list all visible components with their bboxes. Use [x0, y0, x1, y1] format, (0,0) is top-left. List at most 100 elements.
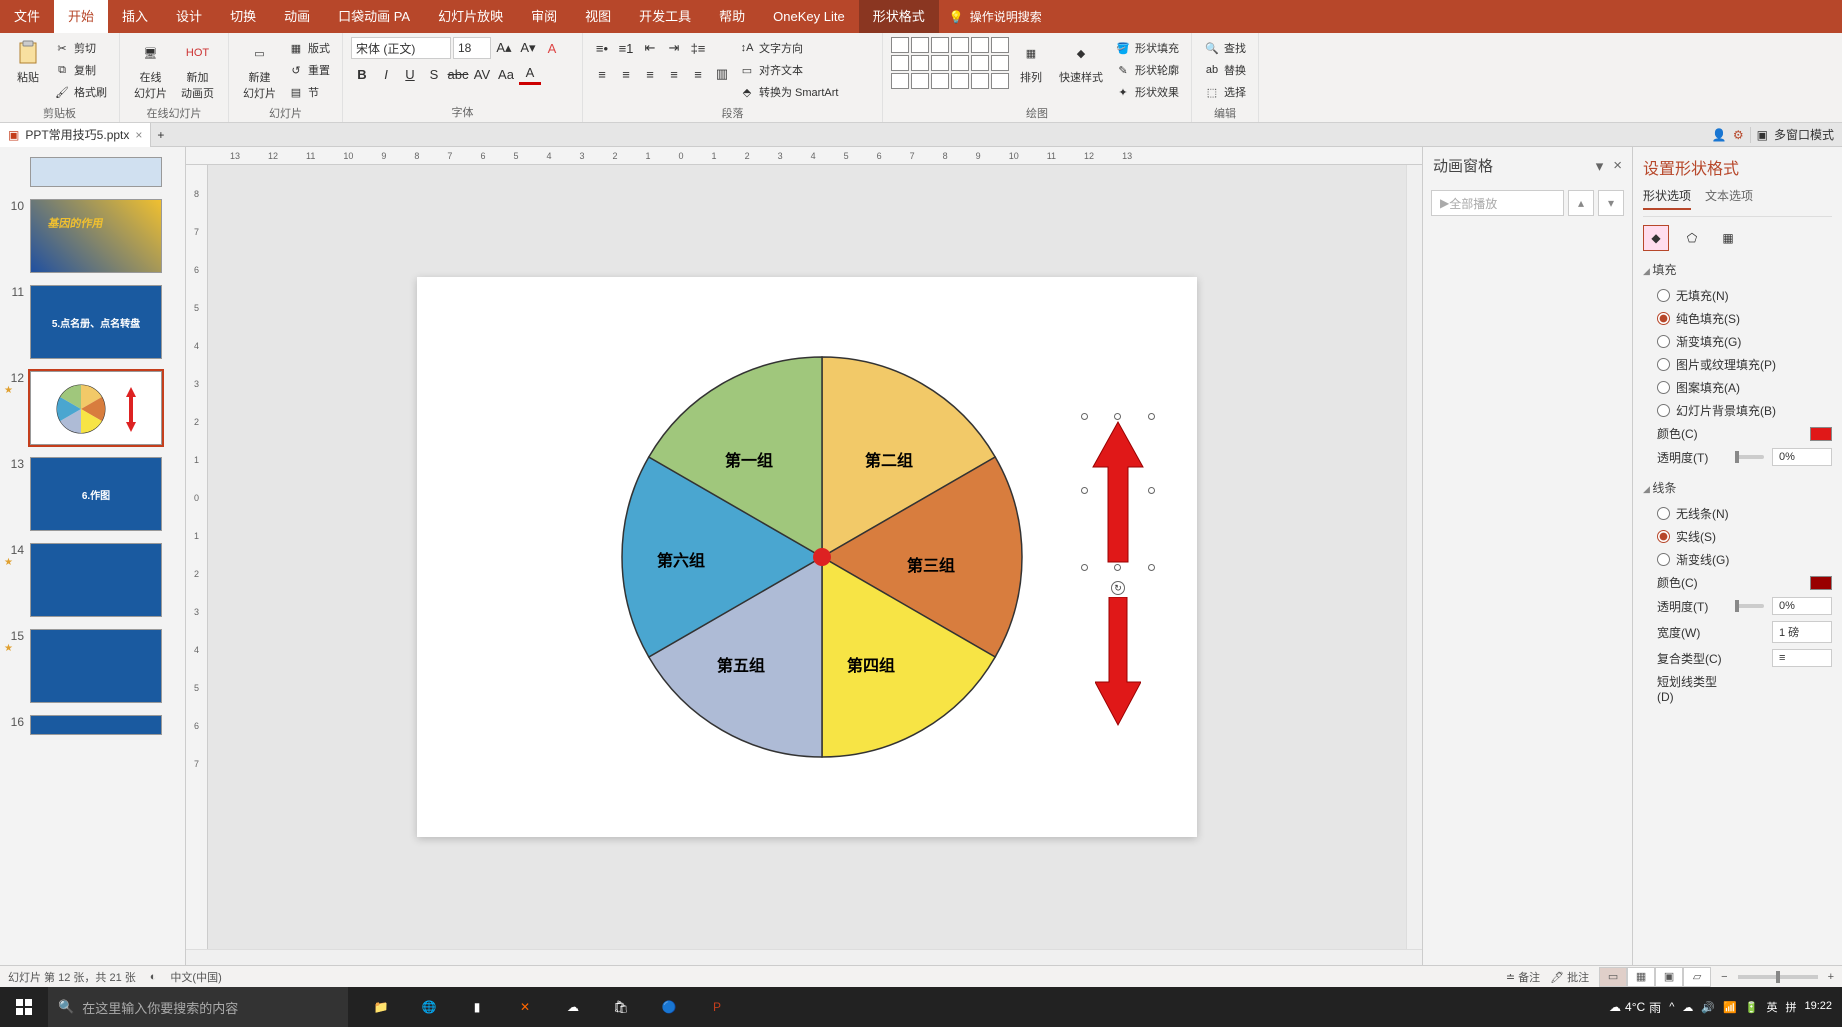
scrollbar-horizontal[interactable]	[186, 949, 1422, 965]
layout-button[interactable]: ▦版式	[284, 37, 334, 59]
line-section-header[interactable]: 线条	[1643, 479, 1832, 496]
arrow-up-selected[interactable]: ↻	[1085, 417, 1151, 567]
online-slide-button[interactable]: 🖥在线 幻灯片	[128, 37, 173, 103]
thumb-14[interactable]: 14★	[0, 537, 185, 623]
shapes-gallery[interactable]	[891, 37, 1009, 89]
tray-chevron[interactable]: ^	[1669, 1001, 1674, 1013]
tab-insert[interactable]: 插入	[108, 0, 162, 33]
new-slide-button[interactable]: ▭新建 幻灯片	[237, 37, 282, 103]
line-color-swatch[interactable]	[1810, 576, 1832, 590]
thumb-10[interactable]: 10 基因的作用	[0, 193, 185, 279]
columns-button[interactable]: ▥	[711, 63, 733, 85]
tray-onedrive-icon[interactable]: ☁	[1682, 1001, 1693, 1014]
italic-button[interactable]: I	[375, 63, 397, 85]
tray-network-icon[interactable]: 📶	[1723, 1001, 1737, 1014]
tab-design[interactable]: 设计	[162, 0, 216, 33]
tab-pocket[interactable]: 口袋动画 PA	[324, 0, 424, 33]
tab-onekey[interactable]: OneKey Lite	[759, 0, 859, 33]
bullets-button[interactable]: ≡•	[591, 37, 613, 59]
text-direction-button[interactable]: ↕A文字方向	[735, 37, 842, 59]
strike-button[interactable]: abc	[447, 63, 469, 85]
task-edge[interactable]: 🌐	[406, 987, 452, 1027]
underline-button[interactable]: U	[399, 63, 421, 85]
fill-none-radio[interactable]: 无填充(N)	[1643, 284, 1832, 307]
increase-font-button[interactable]: A▴	[493, 37, 515, 59]
notes-button[interactable]: ≐ 备注	[1506, 969, 1540, 985]
task-powerpoint[interactable]: P	[694, 987, 740, 1027]
format-painter-button[interactable]: 🖌格式刷	[50, 81, 111, 103]
task-app1[interactable]: ▮	[454, 987, 500, 1027]
font-color-button[interactable]: A	[519, 63, 541, 85]
align-center-button[interactable]: ≡	[615, 63, 637, 85]
zoom-out-button[interactable]: −	[1721, 971, 1727, 983]
add-tab-button[interactable]: +	[151, 128, 170, 142]
sorter-view-button[interactable]: ▦	[1627, 967, 1655, 987]
close-tab-button[interactable]: ×	[135, 128, 142, 142]
tab-transition[interactable]: 切换	[216, 0, 270, 33]
task-explorer[interactable]: 📁	[358, 987, 404, 1027]
tab-devtools[interactable]: 开发工具	[625, 0, 705, 33]
slide-canvas[interactable]: 第一组 第二组 第三组 第四组 第五组 第六组	[417, 277, 1197, 837]
indent-dec-button[interactable]: ⇤	[639, 37, 661, 59]
line-solid-radio[interactable]: 实线(S)	[1643, 525, 1832, 548]
thumb-11[interactable]: 11 5.点名册、点名转盘	[0, 279, 185, 365]
numbering-button[interactable]: ≡1	[615, 37, 637, 59]
thumb-9[interactable]	[0, 151, 185, 193]
select-button[interactable]: ⬚选择	[1200, 81, 1250, 103]
fill-slide-bg-radio[interactable]: 幻灯片背景填充(B)	[1643, 399, 1832, 422]
task-app4[interactable]: 🛍	[598, 987, 644, 1027]
accessibility-icon[interactable]: ◐	[150, 971, 157, 983]
task-app3[interactable]: ☁	[550, 987, 596, 1027]
document-tab[interactable]: ▣ PPT常用技巧5.pptx ×	[0, 123, 151, 147]
taskbar-search[interactable]: 🔍在这里输入你要搜索的内容	[48, 987, 348, 1027]
ime-mode[interactable]: 拼	[1785, 999, 1796, 1015]
change-case-button[interactable]: Aa	[495, 63, 517, 85]
section-button[interactable]: ▤节	[284, 81, 334, 103]
start-button[interactable]	[0, 987, 48, 1027]
tab-slideshow[interactable]: 幻灯片放映	[424, 0, 517, 33]
paste-button[interactable]: 粘贴	[8, 37, 48, 87]
fill-gradient-radio[interactable]: 渐变填充(G)	[1643, 330, 1832, 353]
slide-canvas-area[interactable]: 第一组 第二组 第三组 第四组 第五组 第六组	[208, 165, 1406, 949]
tray-battery-icon[interactable]: 🔋	[1745, 1001, 1759, 1014]
rotate-handle[interactable]: ↻	[1111, 581, 1125, 595]
fill-color-swatch[interactable]	[1810, 427, 1832, 441]
compound-type-select[interactable]: ≡	[1772, 649, 1832, 667]
anim-up-button[interactable]: ▴	[1568, 190, 1594, 216]
line-width-value[interactable]: 1 磅	[1772, 621, 1832, 643]
shadow-button[interactable]: S	[423, 63, 445, 85]
person-icon[interactable]: 👤	[1712, 128, 1727, 142]
effects-icon[interactable]: ⬠	[1679, 225, 1705, 251]
language-label[interactable]: 中文(中国)	[170, 969, 221, 985]
tab-view[interactable]: 视图	[571, 0, 625, 33]
reset-button[interactable]: ↺重置	[284, 59, 334, 81]
fill-section-header[interactable]: 填充	[1643, 261, 1832, 278]
task-app2[interactable]: ✕	[502, 987, 548, 1027]
line-transparency-slider[interactable]	[1735, 604, 1764, 608]
tab-animation[interactable]: 动画	[270, 0, 324, 33]
fill-transparency-slider[interactable]	[1735, 455, 1764, 459]
line-none-radio[interactable]: 无线条(N)	[1643, 502, 1832, 525]
gear-icon[interactable]: ⚙	[1733, 128, 1744, 142]
scrollbar-vertical[interactable]	[1406, 165, 1422, 949]
align-text-button[interactable]: ▭对齐文本	[735, 59, 842, 81]
zoom-slider[interactable]	[1738, 975, 1818, 979]
weather-widget[interactable]: ☁ 4°C 雨	[1609, 999, 1661, 1016]
task-app5[interactable]: 🔵	[646, 987, 692, 1027]
copy-button[interactable]: ⧉复制	[50, 59, 111, 81]
bold-button[interactable]: B	[351, 63, 373, 85]
new-anim-page-button[interactable]: HOT新加 动画页	[175, 37, 220, 103]
thumb-12[interactable]: 12★	[0, 365, 185, 451]
slideshow-view-button[interactable]: ▱	[1683, 967, 1711, 987]
distribute-button[interactable]: ≡	[687, 63, 709, 85]
zoom-in-button[interactable]: +	[1828, 971, 1834, 983]
decrease-font-button[interactable]: A▾	[517, 37, 539, 59]
tray-volume-icon[interactable]: 🔊	[1701, 1001, 1715, 1014]
shape-fill-button[interactable]: 🪣形状填充	[1111, 37, 1183, 59]
multi-window-icon[interactable]: ▣	[1757, 128, 1768, 142]
ime-lang[interactable]: 英	[1766, 999, 1777, 1015]
tell-me-search[interactable]: 💡 操作说明搜索	[949, 8, 1042, 25]
clear-format-button[interactable]: A	[541, 37, 563, 59]
font-family-select[interactable]: 宋体 (正文)	[351, 37, 451, 59]
tab-home[interactable]: 开始	[54, 0, 108, 33]
